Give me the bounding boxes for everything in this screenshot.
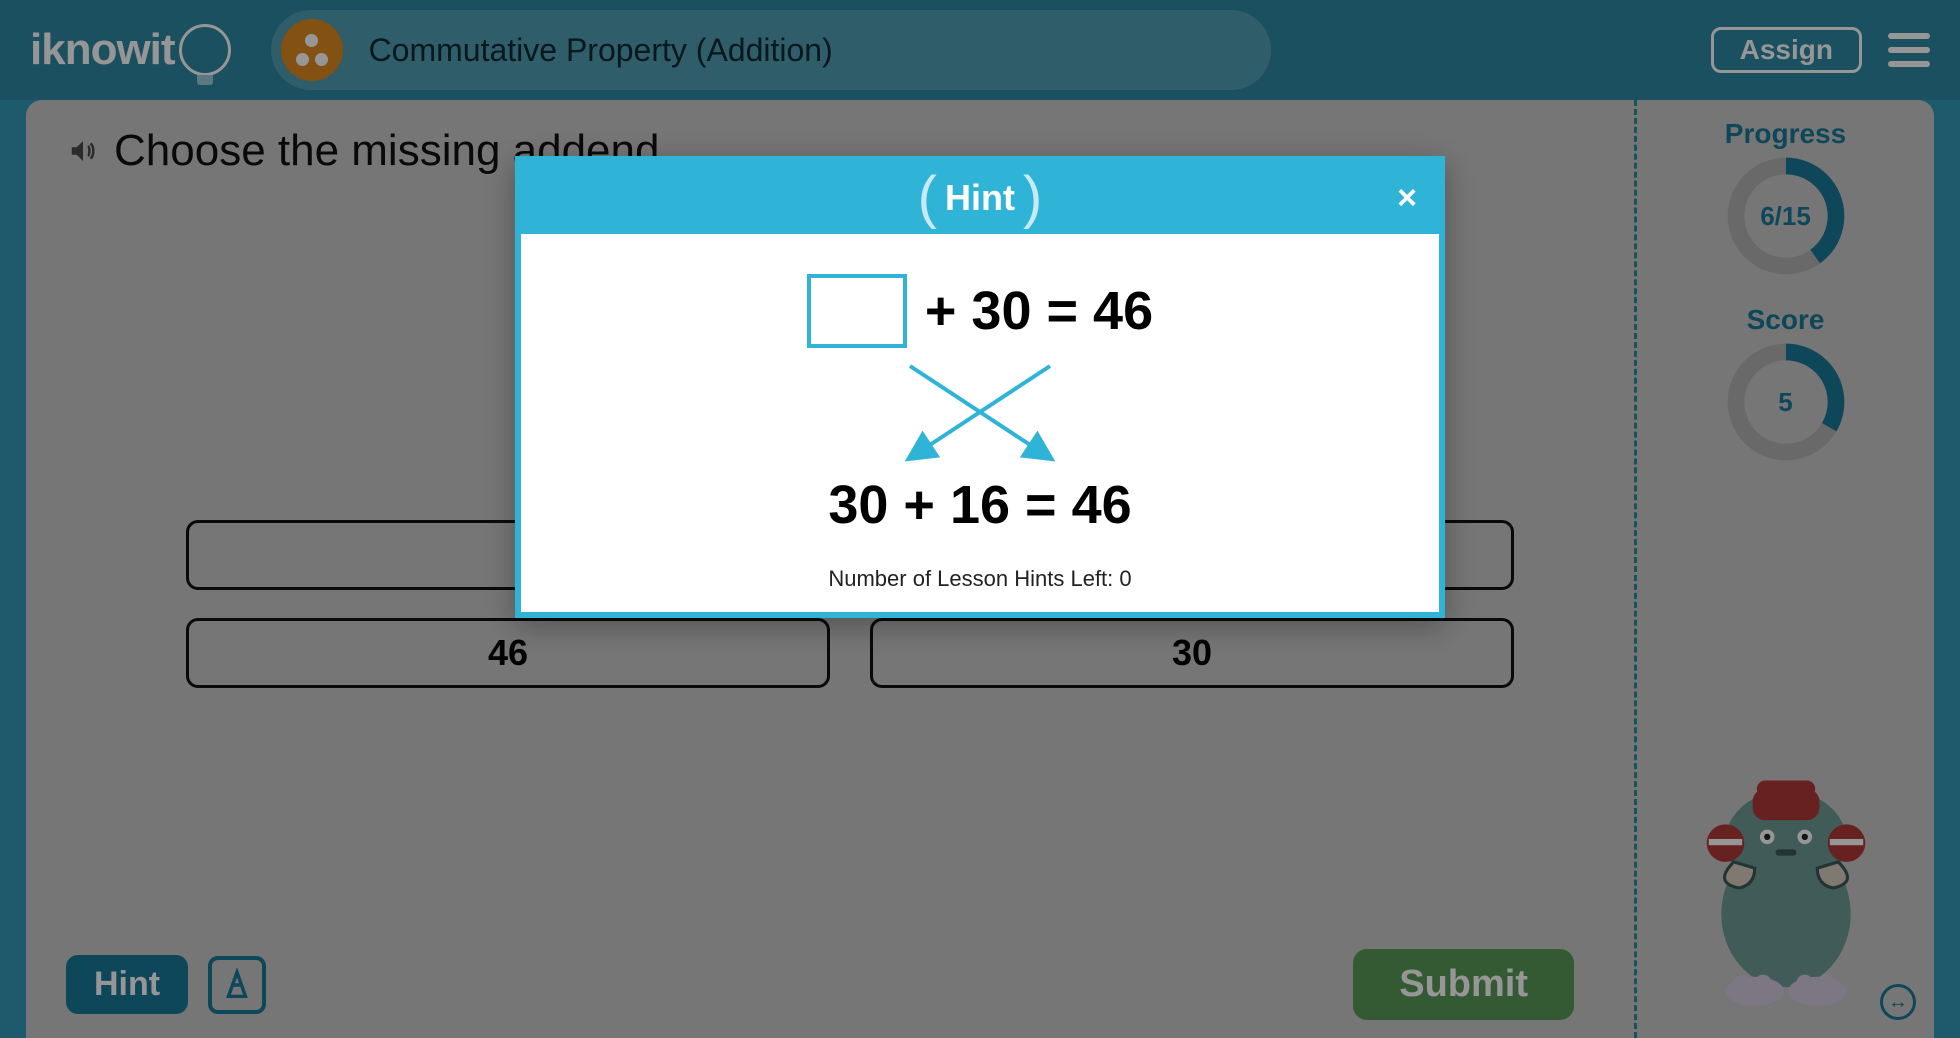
hint-modal-body: + 30 = 46 30 + 16 = 46 Number of Lesson …: [521, 234, 1439, 612]
hint-equation-1: + 30 = 46: [561, 274, 1399, 348]
hint-modal: ( Hint ) × + 30 = 46 30 + 16 = 46 Number…: [515, 156, 1445, 618]
close-icon[interactable]: ×: [1397, 181, 1417, 215]
hint-equation-2-text: 30 + 16 = 46: [828, 474, 1131, 536]
hints-remaining: Number of Lesson Hints Left: 0: [561, 566, 1399, 592]
hint-equation-1-text: + 30 = 46: [925, 280, 1153, 342]
swap-arrows-icon: [850, 358, 1110, 468]
hint-modal-header: ( Hint ) ×: [521, 162, 1439, 234]
hint-equation-2: 30 + 16 = 46: [561, 474, 1399, 536]
blank-box-icon: [807, 274, 907, 348]
hints-remaining-label: Number of Lesson Hints Left:: [828, 566, 1119, 591]
hint-modal-title: Hint: [945, 177, 1015, 219]
hints-remaining-value: 0: [1119, 566, 1131, 591]
